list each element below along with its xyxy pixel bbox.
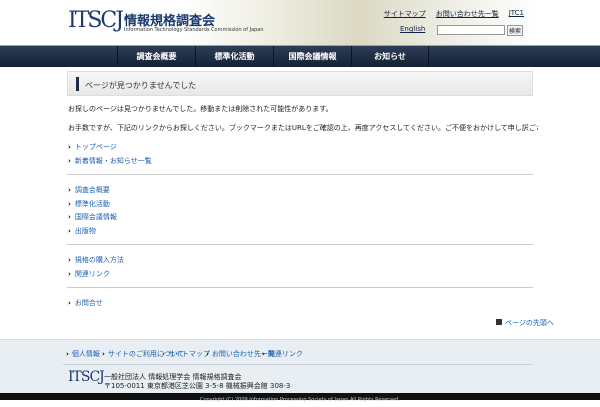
back-to-top-label: ページの先頭へ <box>505 319 554 327</box>
header: ITSCJ 情報規格調査会 Information Technology Sta… <box>0 0 600 45</box>
jtc1-link[interactable]: JTC1 <box>509 9 524 19</box>
link-activities[interactable]: 標準化活動 <box>68 199 110 209</box>
contacts-link[interactable]: お問い合わせ先一覧 <box>436 9 499 19</box>
link-meetings[interactable]: 国際会議情報 <box>68 212 117 222</box>
message-1: お探しのページは見つかりませんでした。移動または削除された可能性があります。 <box>68 105 333 113</box>
link-related[interactable]: 関連リンク <box>68 269 110 279</box>
divider <box>67 287 533 288</box>
link-purchase[interactable]: 規格の購入方法 <box>68 255 124 265</box>
top-links: サイトマップ お問い合わせ先一覧 JTC1 <box>384 9 524 19</box>
footer-link-privacy[interactable]: 個人情報 <box>66 349 100 359</box>
divider <box>67 174 533 175</box>
nav-item-meetings[interactable]: 国際会議情報 <box>273 46 351 67</box>
search-input[interactable] <box>437 25 505 35</box>
footer-address: 〒105-0011 東京都港区芝公園 3-5-8 機械振興会館 308-3 <box>104 382 291 390</box>
footer-link-sitemap[interactable]: サイトマップ <box>162 349 210 359</box>
logo-subtitle: Information Technology Standards Commiss… <box>124 27 264 33</box>
page-title: ページが見つかりませんでした <box>67 71 533 96</box>
nav-item-overview[interactable]: 調査会概要 <box>117 46 195 67</box>
nav-item-activities[interactable]: 標準化活動 <box>195 46 273 67</box>
footer-logo: ITSCJ <box>68 369 105 385</box>
arrow-up-icon <box>496 319 502 325</box>
footer-link-related[interactable]: 関連リンク <box>262 349 303 359</box>
link-publications[interactable]: 出版物 <box>68 226 96 236</box>
main-nav: 調査会概要 標準化活動 国際会議情報 お知らせ <box>0 45 600 67</box>
message-2: お手数ですが、下記のリンクからお探しください。ブックマークまたはURLをご確認の… <box>68 124 538 132</box>
nav-item-news[interactable]: お知らせ <box>351 46 429 67</box>
footer-divider <box>63 364 533 365</box>
link-news[interactable]: 新着情報・お知らせ一覧 <box>68 156 152 166</box>
back-to-top-link[interactable]: ページの先頭へ <box>496 318 554 328</box>
english-link[interactable]: English <box>400 25 425 33</box>
sitemap-link[interactable]: サイトマップ <box>384 9 426 19</box>
itscj-logo[interactable]: ITSCJ <box>68 8 124 33</box>
link-top[interactable]: トップページ <box>68 142 117 152</box>
page-title-text: ページが見つかりませんでした <box>85 81 197 90</box>
search-button[interactable]: 検索 <box>507 25 523 36</box>
footer: 個人情報 サイトのご利用について サイトマップ お問い合わせ先一覧 関連リンク … <box>0 339 600 393</box>
link-contact[interactable]: お問合せ <box>68 298 103 308</box>
copyright: Copyright (C) 2009 Information Processin… <box>0 393 600 403</box>
link-overview[interactable]: 調査会概要 <box>68 185 110 195</box>
divider <box>67 244 533 245</box>
